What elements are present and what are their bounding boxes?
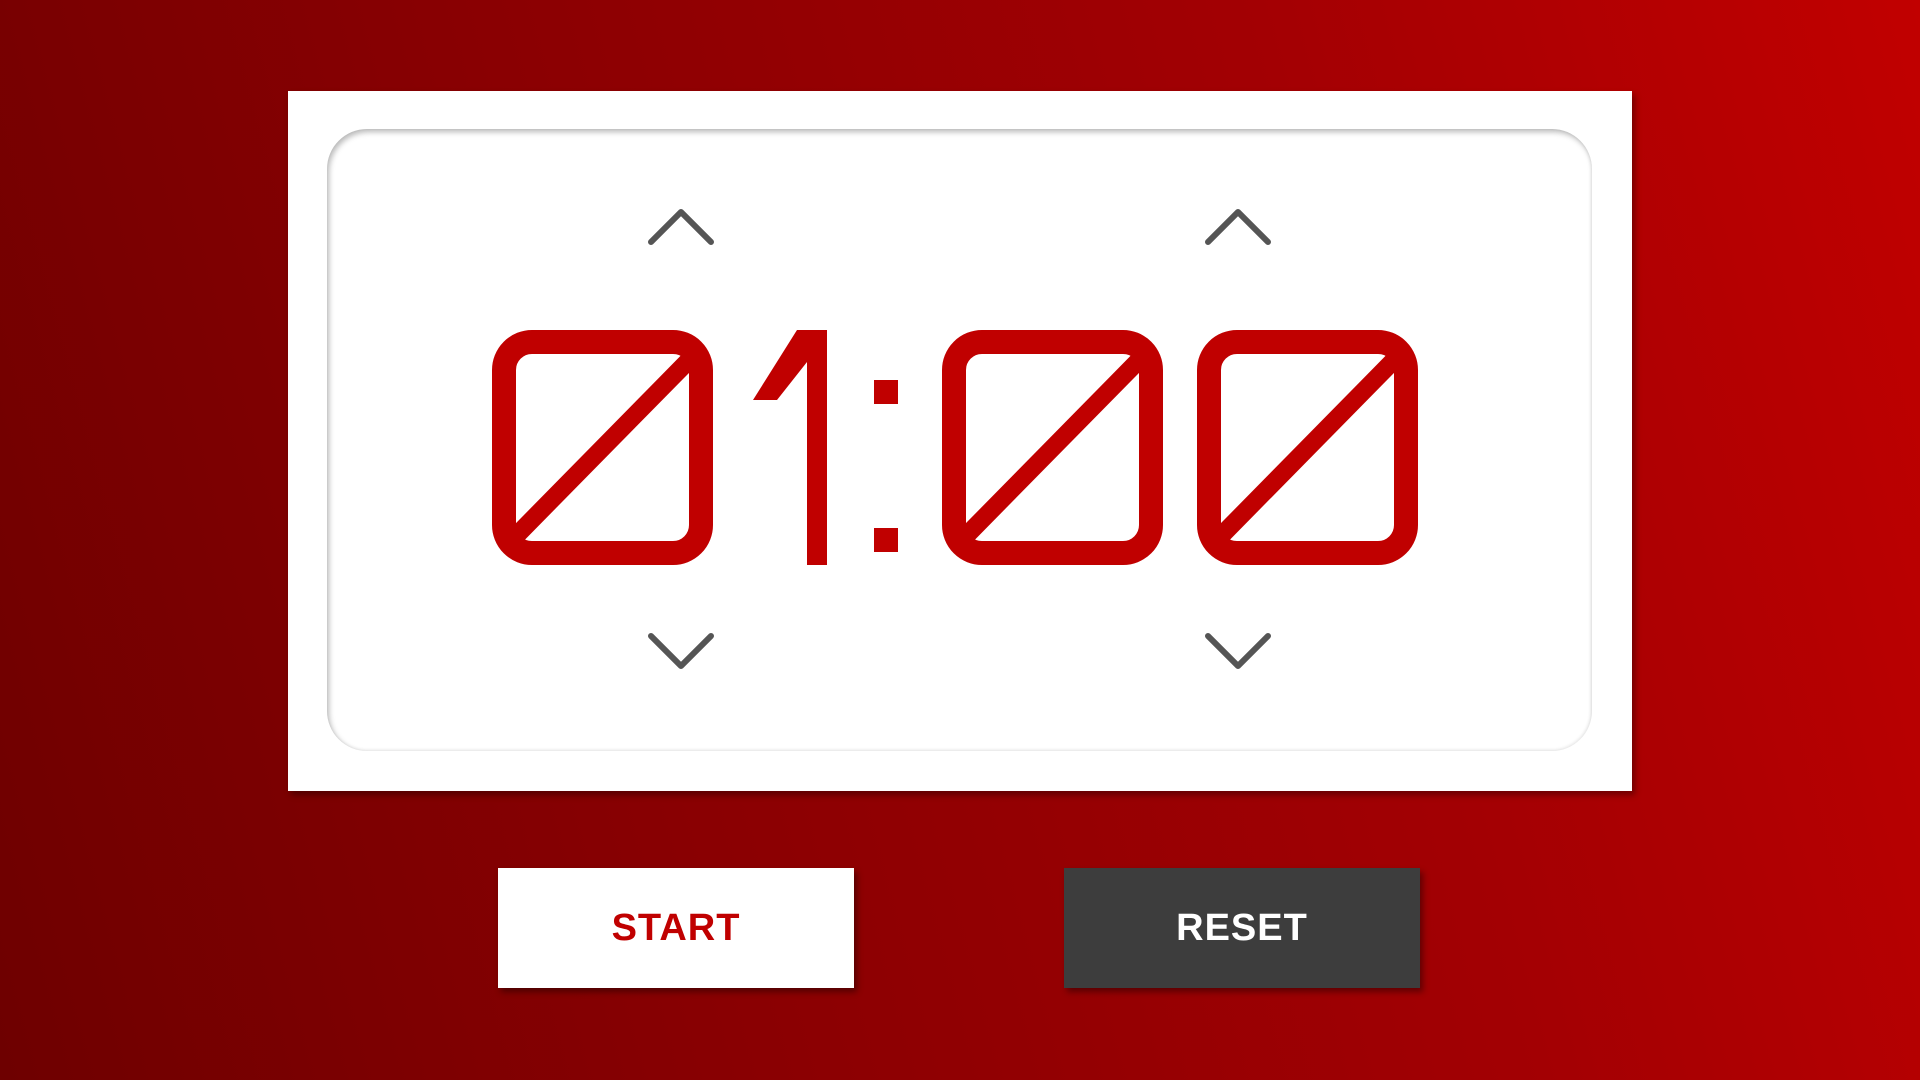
- time-separator: [874, 380, 898, 552]
- timer-digits-svg: [492, 330, 1418, 565]
- minutes-down-chevron-icon[interactable]: [641, 628, 721, 678]
- seconds-down-chevron-icon[interactable]: [1198, 628, 1278, 678]
- digit-minutes-ones: [753, 330, 827, 565]
- timer-digits: [490, 330, 1430, 565]
- digit-seconds-ones: [1197, 330, 1418, 565]
- digit-seconds-tens: [942, 330, 1163, 565]
- reset-button[interactable]: RESET: [1064, 868, 1420, 988]
- digit-minutes-tens: [492, 330, 713, 565]
- start-button[interactable]: START: [498, 868, 854, 988]
- minutes-up-chevron-icon[interactable]: [641, 200, 721, 250]
- seconds-up-chevron-icon[interactable]: [1198, 200, 1278, 250]
